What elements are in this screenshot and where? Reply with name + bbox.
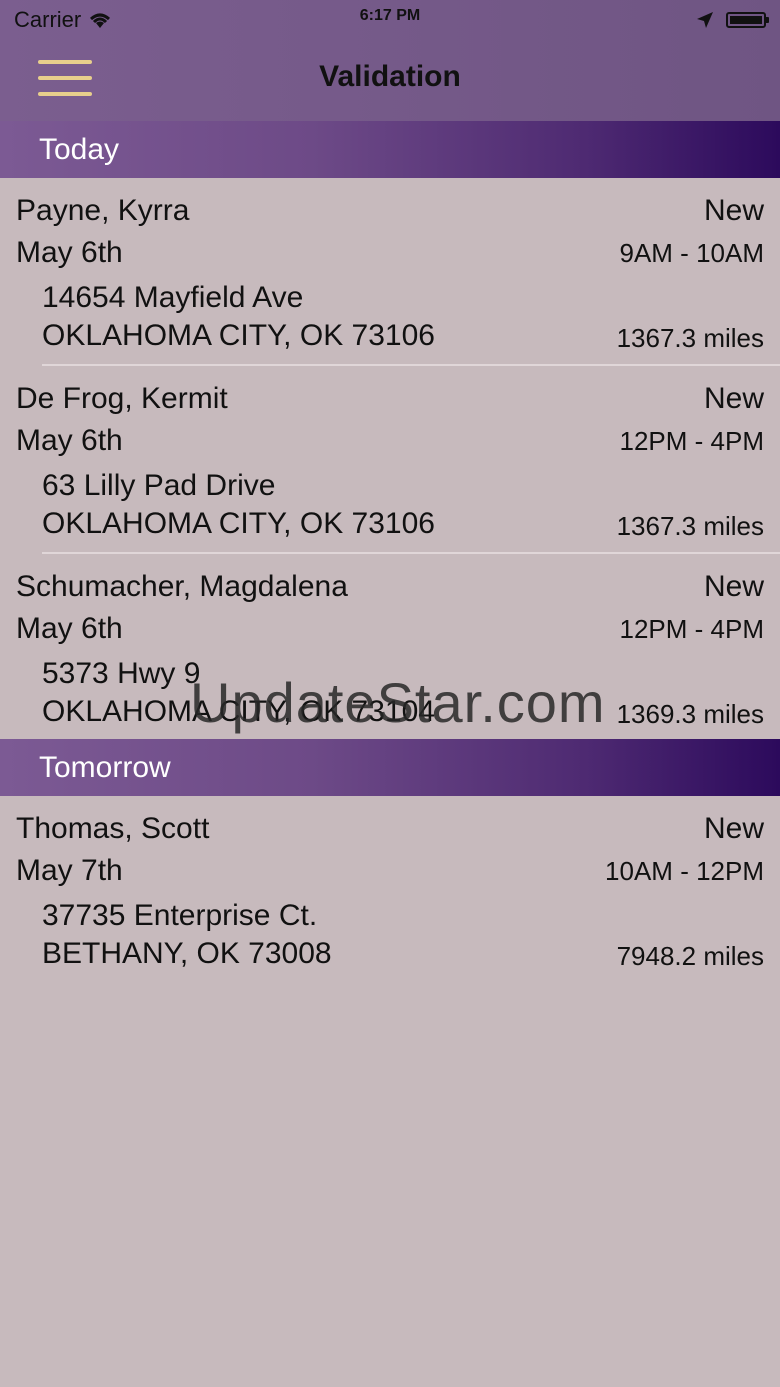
customer-name: Payne, Kyrra xyxy=(16,194,190,227)
distance-label: 1367.3 miles xyxy=(616,511,764,541)
street-address: 14654 Mayfield Ave xyxy=(42,281,304,314)
location-arrow-icon xyxy=(697,12,713,28)
status-label: New xyxy=(703,570,764,603)
list-item[interactable]: Payne, Kyrra New May 6th 9AM - 10AM 1465… xyxy=(0,178,780,366)
appointment-time: 12PM - 4PM xyxy=(619,426,765,456)
appointment-date: May 6th xyxy=(16,424,123,457)
section-label: Tomorrow xyxy=(39,750,171,784)
customer-name: Thomas, Scott xyxy=(16,812,210,845)
list-item[interactable]: De Frog, Kermit New May 6th 12PM - 4PM 6… xyxy=(0,366,780,554)
status-bar: Carrier xyxy=(0,0,780,40)
appointment-date: May 6th xyxy=(16,236,123,269)
city-address: OKLAHOMA CITY, OK 73106 xyxy=(42,507,435,540)
status-label: New xyxy=(703,382,764,415)
status-label: New xyxy=(703,194,764,227)
street-address: 63 Lilly Pad Drive xyxy=(42,469,276,502)
section-label: Today xyxy=(39,132,120,166)
watermark: UpdateStar.com xyxy=(190,671,606,734)
customer-name: Schumacher, Magdalena xyxy=(16,570,348,603)
city-address: BETHANY, OK 73008 xyxy=(42,937,332,970)
customer-name: De Frog, Kermit xyxy=(16,382,228,415)
appointment-time: 9AM - 10AM xyxy=(619,238,765,268)
street-address: 37735 Enterprise Ct. xyxy=(42,899,318,932)
appointment-date: May 6th xyxy=(16,612,123,645)
distance-label: 1367.3 miles xyxy=(616,323,764,353)
section-header-tomorrow: Tomorrow xyxy=(0,739,780,796)
appointment-time: 10AM - 12PM xyxy=(605,856,764,886)
list-item[interactable]: Thomas, Scott New May 7th 10AM - 12PM 37… xyxy=(0,796,780,984)
distance-label: 1369.3 miles xyxy=(616,699,764,729)
city-address: OKLAHOMA CITY, OK 73106 xyxy=(42,319,435,352)
street-address: 5373 Hwy 9 xyxy=(42,657,201,690)
appointment-time: 12PM - 4PM xyxy=(619,614,765,644)
section-header-today: Today xyxy=(0,121,780,178)
carrier-label: Carrier xyxy=(14,7,82,32)
appointment-date: May 7th xyxy=(16,854,123,887)
wifi-icon xyxy=(90,13,111,28)
page-title: Validation xyxy=(319,60,461,93)
battery-icon xyxy=(726,12,769,28)
distance-label: 7948.2 miles xyxy=(616,941,764,971)
status-label: New xyxy=(703,812,764,845)
